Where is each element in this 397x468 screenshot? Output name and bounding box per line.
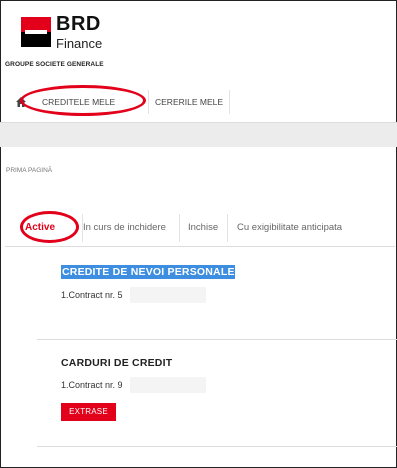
tab-cu-exigibilitate-anticipata[interactable]: Cu exigibilitate anticipata (227, 214, 342, 242)
nav-cererile-mele[interactable]: CERERILE MELE (148, 90, 231, 114)
section-title-text: CREDITE DE NEVOI PERSONALE (61, 265, 235, 279)
highlight-circle (20, 211, 79, 243)
divider (37, 446, 397, 447)
section-title-carduri: CARDURI DE CREDIT (61, 357, 173, 369)
extrase-button[interactable]: EXTRASE (61, 403, 116, 421)
brand-sub: Finance (56, 36, 103, 51)
tab-bar: Active In curs de inchidere Inchise Cu e… (5, 210, 395, 247)
tab-inchise[interactable]: Inchise (179, 214, 218, 242)
group-name: GROUPE SOCIETE GENERALE (5, 61, 104, 68)
top-nav: CREDITELE MELE CERERILE MELE (5, 84, 395, 120)
highlight-circle (20, 85, 146, 116)
contract-link[interactable]: 1.Contract nr. 9 (61, 380, 123, 390)
brd-logo-mark (21, 17, 51, 47)
divider (37, 339, 397, 340)
contract-value-box (130, 377, 206, 393)
contract-value-box (130, 287, 206, 303)
breadcrumb[interactable]: PRIMA PAGINĂ (6, 167, 52, 174)
tab-in-curs-de-inchidere[interactable]: In curs de inchidere (82, 214, 166, 242)
contract-link[interactable]: 1.Contract nr. 5 (61, 290, 123, 300)
section-title-credite: CREDITE DE NEVOI PERSONALE (61, 265, 235, 279)
brand-name: BRD (56, 13, 101, 35)
gray-bar (0, 122, 397, 147)
